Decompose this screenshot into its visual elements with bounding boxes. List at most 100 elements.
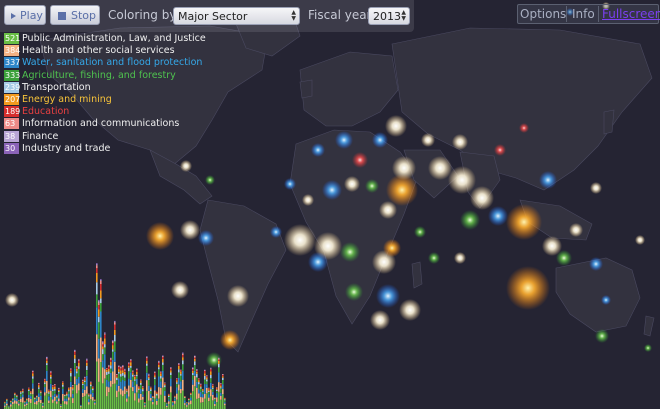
histogram-bar-segment xyxy=(28,401,30,409)
histogram-bar-segment xyxy=(178,372,180,378)
fiscal-year-value: 2013 xyxy=(373,10,401,23)
histogram-bar-segment xyxy=(58,394,60,399)
histogram-bar-segment xyxy=(72,389,74,391)
histogram-bar-segment xyxy=(54,386,56,390)
histogram-bar-segment xyxy=(210,371,212,375)
histogram-bar-segment xyxy=(4,403,6,405)
legend-item[interactable]: 239 Transportation xyxy=(4,81,206,94)
histogram-bar-segment xyxy=(144,402,146,403)
histogram-bar-segment xyxy=(62,382,64,385)
project-glow xyxy=(399,299,421,321)
histogram-bar-segment xyxy=(220,385,222,388)
histogram-bar-segment xyxy=(132,370,134,372)
histogram-bar-segment xyxy=(222,384,224,390)
histogram-bar-segment xyxy=(176,387,178,394)
histogram-bar-segment xyxy=(206,387,208,394)
histogram-bar-segment xyxy=(138,393,140,399)
histogram-bar-segment xyxy=(58,391,60,393)
histogram-bar-segment xyxy=(106,368,108,370)
histogram-bar-segment xyxy=(210,396,212,409)
histogram-bar-segment xyxy=(202,394,204,398)
histogram-bar-segment xyxy=(220,388,222,393)
info-link[interactable]: Info xyxy=(572,5,595,23)
histogram-bar-segment xyxy=(178,384,180,391)
histogram-bar-segment xyxy=(182,352,184,354)
histogram-bar-segment xyxy=(194,356,196,358)
histogram-bar-segment xyxy=(128,362,130,363)
legend-item[interactable]: 30 Industry and trade xyxy=(4,142,206,155)
histogram-bar-segment xyxy=(170,367,172,369)
histogram-bar-segment xyxy=(142,387,144,390)
histogram-bar-segment xyxy=(168,397,170,400)
play-button[interactable]: Play xyxy=(4,5,46,25)
histogram-bar-segment xyxy=(136,374,138,377)
histogram-bar-segment xyxy=(36,397,38,399)
histogram-bar-segment xyxy=(194,361,196,366)
histogram-bar-segment xyxy=(220,392,222,396)
histogram-bar-segment xyxy=(144,405,146,407)
legend-item[interactable]: 333 Agriculture, fishing, and forestry xyxy=(4,69,206,82)
histogram-bar-segment xyxy=(214,403,216,406)
legend-item[interactable]: 384 Health and other social services xyxy=(4,45,206,57)
histogram-bar-segment xyxy=(92,396,94,401)
histogram-bar-segment xyxy=(68,387,70,389)
histogram-bar-segment xyxy=(112,341,114,344)
histogram-bar-segment xyxy=(100,280,102,284)
histogram-bar-segment xyxy=(92,400,94,409)
coloring-select[interactable]: Major Sector ▲ ▼ xyxy=(173,7,300,25)
histogram-bar-segment xyxy=(212,394,214,401)
histogram-bar-segment xyxy=(48,403,50,409)
histogram-bar-segment xyxy=(120,388,122,395)
fiscal-year-select[interactable]: 2013 ▲ ▼ xyxy=(368,7,410,25)
histogram-bar-segment xyxy=(66,392,68,394)
histogram-bar-segment xyxy=(74,376,76,384)
histogram-bar-segment xyxy=(66,401,68,405)
histogram-bar-segment xyxy=(72,387,74,390)
histogram-bar-segment xyxy=(96,361,98,409)
options-link[interactable]: Options xyxy=(520,5,566,23)
project-glow xyxy=(383,239,401,257)
histogram-bar-segment xyxy=(44,382,46,385)
stop-button[interactable]: Stop xyxy=(50,5,100,25)
histogram-bar-segment xyxy=(110,372,112,381)
histogram-bar-segment xyxy=(192,391,194,409)
histogram-bar-segment xyxy=(218,382,220,392)
project-glow xyxy=(344,176,360,192)
legend-label: Education xyxy=(22,106,70,118)
legend-item[interactable]: 63 Information and communications xyxy=(4,118,206,130)
histogram-bar-segment xyxy=(94,400,96,402)
legend-item[interactable]: 337 Water, sanitation and flood protectio… xyxy=(4,57,206,69)
histogram-bar-segment xyxy=(150,394,152,398)
histogram-bar-segment xyxy=(56,403,58,409)
histogram-bar-segment xyxy=(44,384,46,388)
histogram-bar-segment xyxy=(152,402,154,405)
project-glow xyxy=(595,329,609,343)
histogram-bar-segment xyxy=(46,359,48,361)
legend-item[interactable]: 521 Public Administration, Law, and Justi… xyxy=(4,33,206,45)
histogram-bar-segment xyxy=(104,333,106,335)
fullscreen-link[interactable]: Fullscreen xyxy=(602,5,660,23)
histogram-bar-segment xyxy=(146,360,148,364)
fiscal-year-label: Fiscal year: xyxy=(308,8,376,22)
legend-item[interactable]: 38 Finance xyxy=(4,130,206,143)
histogram-bar-segment xyxy=(28,390,30,391)
histogram-bar-segment xyxy=(208,397,210,402)
histogram-bar-segment xyxy=(74,354,76,359)
histogram-bar-segment xyxy=(24,400,26,402)
histogram-bar-segment xyxy=(102,360,104,368)
histogram-bar-segment xyxy=(140,380,142,382)
histogram-bar-segment xyxy=(14,397,16,401)
histogram-bar-segment xyxy=(158,387,160,399)
histogram-bar-segment xyxy=(40,395,42,400)
histogram-bar-segment xyxy=(84,382,86,385)
histogram-bar-segment xyxy=(154,385,156,391)
histogram-bar-segment xyxy=(138,386,140,388)
legend-item[interactable]: 207 Energy and mining xyxy=(4,93,206,106)
histogram-bar-segment xyxy=(72,398,74,404)
histogram-bar-segment xyxy=(150,387,152,390)
map-stage[interactable]: Play Stop Coloring by: Major Sector ▲ ▼ Fi… xyxy=(0,0,660,409)
legend-item[interactable]: 189 Education xyxy=(4,106,206,118)
histogram-bar-segment xyxy=(26,403,28,405)
histogram-bar-segment xyxy=(108,371,110,374)
histogram-bar-segment xyxy=(60,404,62,406)
